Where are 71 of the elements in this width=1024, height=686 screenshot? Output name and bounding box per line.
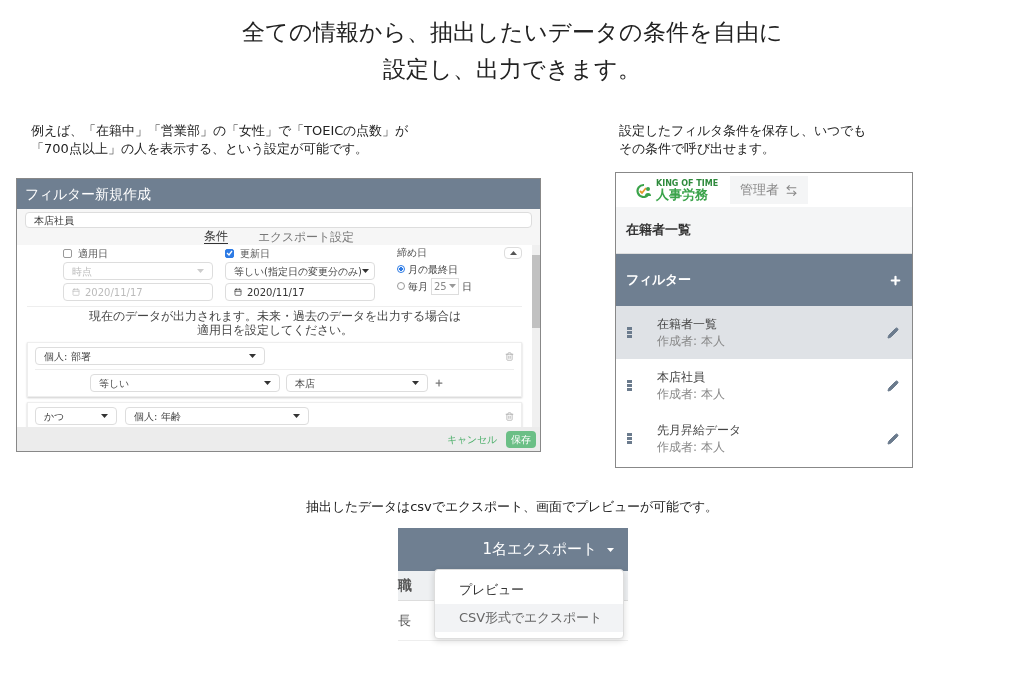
tab[interactable]: エクスポート設定 xyxy=(257,229,354,244)
export-button[interactable]: 1名エクスポート xyxy=(482,538,614,561)
caret-icon xyxy=(264,381,271,385)
caption: 設定したフィルタ条件を保存し、いつでも xyxy=(619,122,867,140)
caption: 抽出したデータはcsvでエクスポート、画面でプレビューが可能です。 xyxy=(306,498,718,516)
add-icon[interactable] xyxy=(434,378,444,388)
filter-creator: 作成者: 本人 xyxy=(657,385,726,403)
caret-up-icon xyxy=(509,251,517,255)
caret-icon xyxy=(249,354,256,358)
filter-header-title: フィルター xyxy=(626,271,691,290)
caption: 「700点以上」の人を表示する、という設定が可能です。 xyxy=(31,140,369,158)
filter-item[interactable]: 在籍者一覧 作成者: 本人 xyxy=(616,306,912,359)
filter-name: 本店社員 xyxy=(657,368,706,386)
connector-dropdown[interactable]: かつ xyxy=(35,407,117,425)
headline: 設定し、出力できます。 xyxy=(383,55,641,84)
table-cell-text: 長 xyxy=(398,611,411,630)
filter-name: 在籍者一覧 xyxy=(657,315,718,333)
day-dropdown[interactable]: 25 xyxy=(431,277,459,295)
menu-item[interactable]: プレビュー xyxy=(435,576,623,604)
drag-handle-icon[interactable] xyxy=(627,380,632,391)
page-title: 在籍者一覧 xyxy=(626,221,691,240)
caret-icon xyxy=(101,414,108,418)
filter-creator: 作成者: 本人 xyxy=(657,332,726,350)
radio-button[interactable] xyxy=(397,265,405,273)
notice-text: 適用日を設定してください。 xyxy=(196,323,353,337)
option-label: 締め日 xyxy=(397,247,428,259)
option-label: 更新日 xyxy=(240,246,270,261)
add-icon[interactable] xyxy=(889,273,902,287)
edit-icon[interactable] xyxy=(887,326,899,339)
notice-text: 現在のデータが出力されます。未来・過去のデータを出力する場合は xyxy=(88,309,461,323)
caret-icon xyxy=(412,381,419,385)
drag-handle-icon[interactable] xyxy=(627,433,632,444)
field-dropdown[interactable]: 個人: 部署 xyxy=(35,347,265,365)
dropdown[interactable]: 等しい(指定日の変更分のみ) xyxy=(225,262,375,280)
field-dropdown[interactable]: 個人: 年齢 xyxy=(125,407,309,425)
caret-icon xyxy=(197,269,204,273)
caret-icon xyxy=(607,547,614,552)
caret-icon xyxy=(448,284,456,288)
caret-icon xyxy=(361,269,369,273)
date-field[interactable]: 2020/11/17 xyxy=(225,283,375,301)
calendar-icon xyxy=(72,288,80,296)
value-dropdown[interactable]: 本店 xyxy=(286,374,428,392)
logo-tagline: KING OF TIME xyxy=(656,178,719,188)
filter-name: 先月昇給データ xyxy=(657,421,742,439)
drag-handle-icon[interactable] xyxy=(627,327,632,338)
logo-icon xyxy=(636,182,654,198)
tab[interactable]: 条件 xyxy=(203,229,228,244)
calendar-icon xyxy=(234,288,242,296)
caption: その条件で呼び出せます。 xyxy=(619,140,776,158)
checkbox[interactable] xyxy=(225,248,234,258)
radio-label: 毎月 xyxy=(408,279,428,294)
scrollbar[interactable] xyxy=(532,245,540,427)
headline: 全ての情報から、抽出したいデータの条件を自由に xyxy=(241,18,783,47)
menu-item[interactable]: CSV形式でエクスポート xyxy=(435,604,623,632)
filter-creator: 作成者: 本人 xyxy=(657,438,726,456)
radio-label: 日 xyxy=(461,279,472,294)
edit-icon[interactable] xyxy=(887,432,899,445)
collapse-button[interactable] xyxy=(504,247,522,259)
swap-icon xyxy=(785,183,799,197)
checkbox[interactable] xyxy=(63,248,72,258)
logo-text: 人事労務 xyxy=(656,187,709,202)
option-label: 適用日 xyxy=(78,246,108,261)
radio-button[interactable] xyxy=(397,282,405,290)
column-header: 職 xyxy=(398,576,412,595)
modal-title: フィルター新規作成 xyxy=(25,184,151,204)
name-field[interactable]: 本店社員 xyxy=(25,212,532,228)
radio-label: 月の最終日 xyxy=(408,262,458,277)
caret-icon xyxy=(293,414,300,418)
caption: 例えば、「在籍中」「営業部」の「女性」で「TOEICの点数」が xyxy=(31,122,410,140)
edit-icon[interactable] xyxy=(887,379,899,392)
operator-dropdown[interactable]: 等しい xyxy=(90,374,280,392)
